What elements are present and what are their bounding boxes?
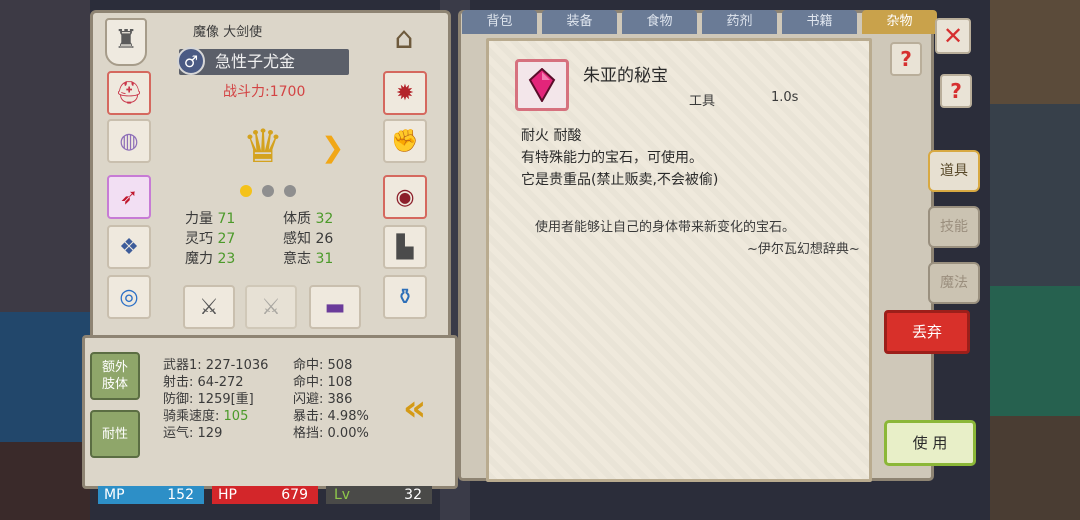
item-flavor-source: ~伊尔瓦幻想辞典~ — [747, 242, 860, 257]
character-class-label: 魔像 大剑使 — [193, 25, 263, 40]
attribute-magic: 魔力 23 — [185, 251, 236, 267]
stats-panel: 额外 肢体 耐性 武器1: 227-1036 射击: 64-272 防御: 12… — [82, 335, 458, 489]
item-weight: 1.0s — [771, 90, 799, 105]
stat-shooting: 射击: 64-272 — [163, 375, 244, 390]
tab-food[interactable]: 食物 — [622, 10, 697, 34]
shield-rank-icon: ♜ — [105, 18, 147, 66]
attribute-strength: 力量 71 — [185, 211, 236, 227]
inventory-tabs: 背包 装备 食物 药剂 书籍 杂物 — [462, 10, 937, 36]
level-label: Lv — [334, 487, 351, 503]
item-type: 工具 — [689, 94, 716, 109]
greatsword-icon: ⚔ — [199, 294, 219, 320]
stat-luck: 运气: 129 — [163, 426, 223, 441]
side-tab-skills[interactable]: 技能 — [928, 206, 980, 248]
stat-hit-melee: 命中: 508 — [293, 358, 353, 373]
page-dot — [284, 185, 296, 197]
hp-bar: HP 679 — [212, 486, 318, 504]
tab-misc[interactable]: 杂物 — [862, 10, 937, 34]
attribute-constitution: 体质 32 — [283, 211, 334, 227]
page-dot — [262, 185, 274, 197]
item-valuable-note: 它是贵重品(禁止贩卖,不会被偷) — [521, 172, 719, 188]
tab-books[interactable]: 书籍 — [782, 10, 857, 34]
discard-button[interactable]: 丢弃 — [884, 310, 970, 354]
attribute-perception: 感知 26 — [283, 231, 334, 247]
ring-icon: ◎ — [119, 284, 139, 310]
boots-icon: ▙ — [396, 234, 414, 260]
tab-equipment[interactable]: 装备 — [542, 10, 617, 34]
extra-limbs-button[interactable]: 额外 肢体 — [90, 352, 140, 400]
item-resistances: 耐火 耐酸 — [521, 128, 582, 144]
side-tab-magic[interactable]: 魔法 — [928, 262, 980, 304]
stats-left-column: 武器1: 227-1036 射击: 64-272 防御: 1259[重] 骑乘速… — [163, 354, 269, 441]
equip-slot-weapon[interactable]: ➶ — [107, 175, 151, 219]
armor-icon: ❖ — [119, 234, 139, 260]
character-panel: ♜ 魔像 大剑使 ⌂ 急性子尤金 ♂ 战斗力:1700 ⛑ ◍ ➶ ❖ ◎ ✹ … — [90, 10, 451, 341]
character-sprite: ♛ — [218, 111, 308, 181]
resistance-button[interactable]: 耐性 — [90, 410, 140, 458]
tab-backpack[interactable]: 背包 — [462, 10, 537, 34]
equip-slot-ring[interactable]: ◎ — [107, 275, 151, 319]
shell-shield-icon: ◍ — [119, 128, 139, 154]
stat-critical: 暴击: 4.98% — [293, 409, 369, 424]
attribute-will: 意志 31 — [283, 251, 334, 267]
greatsword-faded-icon: ⚔ — [261, 294, 281, 320]
mp-value: 152 — [167, 487, 194, 503]
stat-evasion: 闪避: 386 — [293, 392, 353, 407]
help-icon[interactable]: ? — [940, 74, 972, 108]
equip-slot-weapon-off[interactable]: ⚔ — [245, 285, 297, 329]
stat-weapon1: 武器1: 227-1036 — [163, 358, 269, 373]
stats-right-column: 命中: 508 命中: 108 闪避: 386 暴击: 4.98% 格挡: 0.… — [293, 354, 369, 441]
background-scene-right — [990, 0, 1080, 520]
equip-slot-shield[interactable]: ◍ — [107, 119, 151, 163]
equip-slot-cloak[interactable]: ⚱ — [383, 275, 427, 319]
stat-hit-ranged: 命中: 108 — [293, 375, 353, 390]
next-page-arrow-icon[interactable]: ❯ — [321, 131, 351, 164]
belt-icon: ◉ — [395, 184, 415, 210]
gun-icon: ▬ — [324, 294, 346, 320]
gem-icon — [528, 68, 556, 102]
use-button[interactable]: 使 用 — [884, 420, 976, 466]
item-flavor-text: 使用者能够让自己的身体带来新变化的宝石。 — [535, 220, 796, 235]
feather-weapon-icon: ➶ — [119, 184, 139, 210]
helmet-icon: ⛑ — [115, 80, 143, 106]
level-bar: Lv 32 — [326, 486, 432, 504]
combat-power: 战斗力:1700 — [223, 84, 306, 100]
equip-slot-helmet[interactable]: ⛑ — [107, 71, 151, 115]
item-detail-popup: 朱亚的秘宝 工具 1.0s 耐火 耐酸 有特殊能力的宝石，可使用。 它是贵重品(… — [486, 38, 872, 482]
hanger-icon[interactable]: ⌂ — [381, 21, 427, 61]
stat-riding-speed: 骑乘速度: 105 — [163, 409, 249, 424]
equip-slot-ranged[interactable]: ▬ — [309, 285, 361, 329]
close-icon[interactable]: ✕ — [935, 18, 971, 54]
cloak-icon: ⚱ — [395, 284, 415, 310]
item-description: 有特殊能力的宝石，可使用。 — [521, 150, 703, 166]
mp-bar: MP 152 — [98, 486, 204, 504]
background-scene-left — [0, 0, 90, 520]
side-tab-items[interactable]: 道具 — [928, 150, 980, 192]
attribute-dexterity: 灵巧 27 — [185, 231, 236, 247]
equip-slot-belt[interactable]: ◉ — [383, 175, 427, 219]
equip-slot-boots[interactable]: ▙ — [383, 225, 427, 269]
equip-slot-weapon-main[interactable]: ⚔ — [183, 285, 235, 329]
male-gender-icon: ♂ — [177, 47, 205, 75]
tab-potions[interactable]: 药剂 — [702, 10, 777, 34]
equip-slot-gloves[interactable]: ✊ — [383, 119, 427, 163]
help-icon[interactable]: ? — [890, 42, 922, 76]
character-avatar-icon: ♛ — [242, 119, 284, 173]
equip-slot-amulet[interactable]: ✹ — [383, 71, 427, 115]
hp-label: HP — [218, 487, 237, 503]
hp-value: 679 — [281, 487, 308, 503]
item-name: 朱亚的秘宝 — [583, 66, 668, 86]
item-icon-slot — [515, 59, 569, 111]
amulet-icon: ✹ — [395, 80, 415, 106]
mp-label: MP — [104, 487, 125, 503]
page-dot-active — [240, 185, 252, 197]
stat-defense: 防御: 1259[重] — [163, 392, 254, 407]
page-dots — [240, 185, 310, 199]
collapse-chevron-icon[interactable]: « — [403, 388, 445, 429]
level-value: 32 — [404, 487, 422, 503]
stat-block: 格挡: 0.00% — [293, 426, 369, 441]
gauntlet-icon: ✊ — [391, 128, 419, 154]
equip-slot-armor[interactable]: ❖ — [107, 225, 151, 269]
